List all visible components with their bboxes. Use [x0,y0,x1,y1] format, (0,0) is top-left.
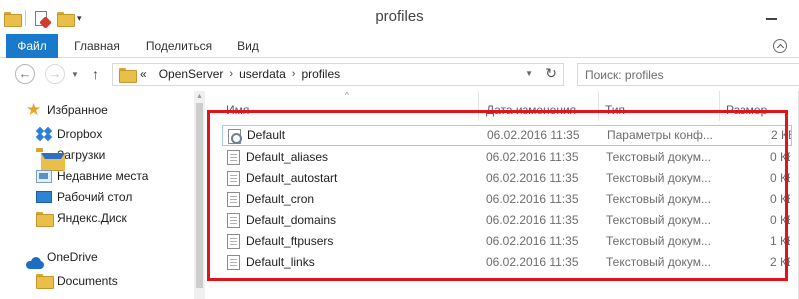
chevron-right-icon[interactable]: › [229,64,233,85]
expand-ribbon-icon[interactable] [773,39,787,53]
scrollbar-thumb[interactable] [196,103,203,288]
sort-ascending-icon: ^ [345,91,349,100]
tab-view[interactable]: Вид [228,34,268,58]
sidebar-item-label: Рабочий стол [57,190,133,204]
highlight-annotation-box [207,110,788,281]
sidebar-item-label: Недавние места [57,169,149,183]
search-placeholder: Поиск: profiles [585,68,664,82]
sidebar-item-label: Яндекс.Диск [57,211,127,225]
tab-file[interactable]: Файл [6,34,58,58]
navigation-bar: ← → ▼ ↑ « OpenServer › userdata › profil… [0,59,799,91]
sidebar-item-recent-places[interactable]: Недавние места [36,166,148,186]
yandex-disk-folder-icon [36,211,54,227]
chevron-right-icon[interactable]: › [292,64,296,85]
up-button[interactable]: ↑ [92,66,99,82]
forward-button[interactable]: → [45,64,65,84]
refresh-icon[interactable]: ↻ [545,65,557,82]
favorites-header[interactable]: Избранное [47,103,108,117]
minimize-button[interactable] [747,4,795,28]
recent-places-icon [36,169,52,183]
window-title: profiles [375,8,424,25]
address-dropdown-icon[interactable]: ▼ [525,69,533,78]
folder-icon [119,68,137,83]
sidebar-item-label: Dropbox [57,127,103,141]
back-button[interactable]: ← [15,64,35,84]
breadcrumb-userdata[interactable]: userdata [239,64,286,85]
title-bar: ▾ profiles [0,0,799,34]
address-bar[interactable]: « OpenServer › userdata › profiles ▼ ↻ [112,63,564,86]
tab-share[interactable]: Поделиться [139,34,219,58]
scroll-up-icon[interactable]: ▲ [196,93,203,100]
breadcrumb-overflow[interactable]: « [140,64,147,85]
breadcrumb-profiles[interactable]: profiles [301,64,340,85]
star-icon: ★ [26,100,42,119]
sidebar-item-onedrive[interactable]: OneDrive [47,250,98,264]
tab-home[interactable]: Главная [62,34,132,58]
sidebar-item-dropbox[interactable]: Dropbox [35,124,103,144]
breadcrumb: « OpenServer › userdata › profiles [140,64,340,85]
downloads-folder-icon [36,148,65,171]
documents-folder-icon [36,274,54,289]
recent-locations-icon[interactable]: ▼ [71,70,79,79]
onedrive-icon [26,257,44,269]
navigation-pane: ★ Избранное Dropbox Загрузки Недавние ме… [0,91,205,299]
navigation-pane-scrollbar[interactable]: ▲ [194,91,205,299]
search-input[interactable]: Поиск: profiles [577,63,799,86]
desktop-icon [36,191,52,203]
sidebar-item-downloads[interactable]: Загрузки [36,145,105,171]
sidebar-item-documents[interactable]: Documents [36,271,118,291]
ribbon-tabs: Файл Главная Поделиться Вид [0,34,799,58]
dropbox-icon [35,126,53,142]
sidebar-item-desktop[interactable]: Рабочий стол [36,187,132,207]
sidebar-item-label: Documents [57,274,118,288]
sidebar-item-yandex-disk[interactable]: Яндекс.Диск [36,208,127,228]
breadcrumb-openserver[interactable]: OpenServer [159,64,224,85]
